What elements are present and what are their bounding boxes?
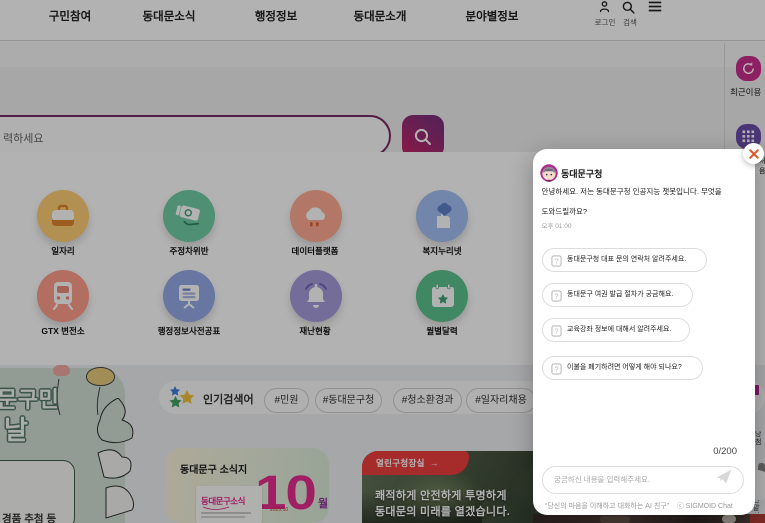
svg-text:?: ?	[554, 327, 558, 336]
svg-text:?: ?	[554, 292, 558, 301]
svg-text:?: ?	[554, 365, 558, 374]
svg-text:?: ?	[554, 257, 558, 266]
